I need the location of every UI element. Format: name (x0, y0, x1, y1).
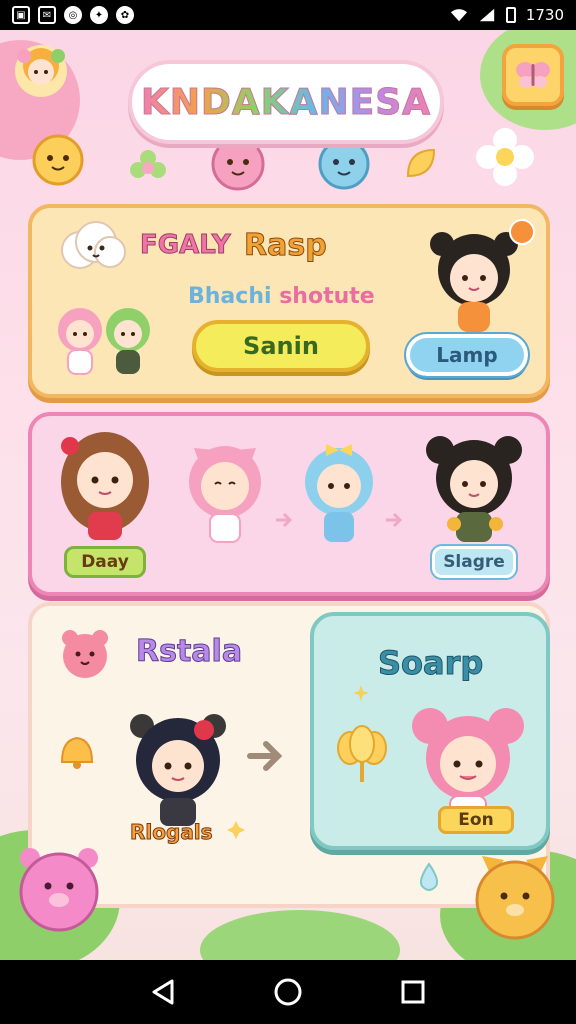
bg-bush (200, 910, 400, 960)
pink-bun-chibi-icon (412, 708, 524, 819)
brown-hair-chibi-icon (61, 432, 149, 540)
game-title-banner: KNDAKANESA (128, 60, 444, 144)
orange-fox-critter-icon (475, 856, 555, 940)
slagre-tag[interactable]: Slagre (430, 544, 518, 580)
app-icon: ✦ (90, 6, 108, 24)
game-screen: KNDAKANESA FGALY Rasp Bhachi shotute San… (0, 30, 576, 960)
panel1-subtitle-b: shotute (279, 284, 375, 309)
bell-icon (60, 736, 94, 769)
panel1-subtitle: Bhachi shotute (188, 284, 375, 309)
sanin-button[interactable]: Sanin (192, 320, 370, 372)
panel1-subtitle-a: Bhachi (188, 284, 272, 309)
eon-tag[interactable]: Eon (438, 806, 514, 834)
dark-hair-chibi-icon (130, 714, 226, 826)
vpn-icon: ◎ (64, 6, 82, 24)
game-title: KNDAKANESA (140, 81, 432, 123)
back-icon (152, 979, 174, 1005)
lamp-button[interactable]: Lamp (404, 332, 530, 378)
chibi-avatar-icon[interactable] (12, 42, 70, 100)
panel1-label-left: FGALY (140, 230, 232, 261)
sparkle-icon (353, 685, 369, 701)
panel4-title: Soarp (377, 644, 484, 683)
battery-icon (505, 7, 516, 23)
butterfly-icon (516, 62, 550, 88)
cloud-critter-icon (61, 221, 126, 269)
panda-hood-chibi-icon (426, 436, 522, 542)
signal-icon (479, 8, 495, 22)
pink-pig-critter-icon (19, 848, 99, 932)
chibi-pair-icon (58, 308, 150, 375)
recents-icon (401, 980, 425, 1004)
yellow-critter-icon (32, 134, 84, 186)
settings-icon: ✿ (116, 6, 134, 24)
blue-hair-chibi-icon (305, 444, 373, 542)
status-bar: ▣ ✉ ◎ ✦ ✿ 1730 (0, 0, 576, 30)
mail-icon: ✉ (38, 6, 56, 24)
arrow-right-icon (276, 512, 293, 528)
pink-bear-critter-icon (62, 630, 108, 678)
home-icon (274, 978, 302, 1006)
daay-tag[interactable]: Daay (64, 546, 146, 578)
arrow-right-icon (386, 512, 403, 528)
badge-icon (509, 219, 535, 245)
recents-button[interactable] (395, 974, 431, 1010)
navigation-bar (0, 960, 576, 1024)
panel3-title: Rstala (135, 634, 243, 670)
sparkle-icon (227, 821, 245, 839)
home-button[interactable] (270, 974, 306, 1010)
pink-cat-ear-chibi-icon (189, 446, 261, 543)
panel1-label-right: Rasp (244, 228, 328, 264)
leaf-icon (406, 148, 436, 178)
clock: 1730 (525, 6, 564, 24)
wifi-icon (450, 9, 467, 22)
tulip-icon (337, 725, 387, 782)
white-flower-icon (476, 128, 534, 186)
water-drop-icon (419, 862, 439, 891)
flower-icon (130, 150, 166, 178)
character-name-label: Rlogals (130, 820, 214, 845)
back-button[interactable] (145, 974, 181, 1010)
menu-button[interactable] (502, 44, 564, 106)
image-icon: ▣ (12, 6, 30, 24)
arrow-right-icon (247, 741, 283, 771)
